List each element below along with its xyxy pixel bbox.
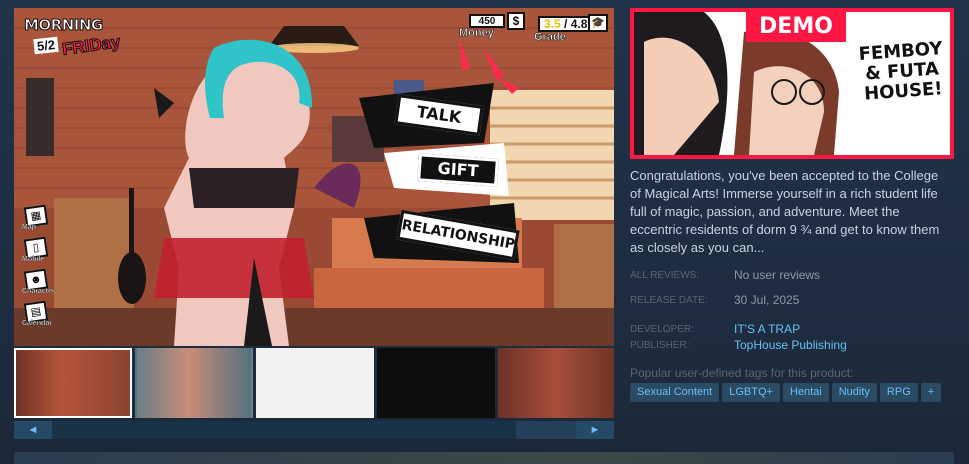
side-menu-calendar[interactable]: ▤ Calendar (22, 300, 52, 332)
grade-label: Grade (534, 31, 566, 44)
thumbnail-strip (14, 348, 614, 418)
tag-list: Sexual Content LGBTQ+ Hentai Nudity RPG … (630, 383, 960, 403)
scroll-right-button[interactable]: ► (576, 421, 614, 439)
side-menu-label: Character (22, 288, 55, 295)
side-menu-label: Calendar (22, 320, 52, 327)
side-menu-character[interactable]: ☻ Character (22, 268, 55, 300)
main-screenshot[interactable]: MORNING 5/2 FRIDay 450 Money $ 3.5 / 4.8… (14, 8, 614, 346)
release-date-row: RELEASE DATE: 30 Jul, 2025 (630, 293, 950, 309)
thumbnail[interactable] (377, 348, 495, 418)
thumbnail[interactable] (498, 348, 614, 418)
release-date-value: 30 Jul, 2025 (734, 293, 800, 307)
date-label: 5/2 (33, 36, 59, 55)
thumbnail-scrollbar[interactable]: ◄ ► (14, 421, 614, 439)
header-capsule-image: DEMO FEMBOY & FUTA HOUSE! (630, 8, 954, 159)
grade-value: 3.5 (544, 17, 561, 31)
developer-link[interactable]: IT'S A TRAP (734, 322, 800, 336)
thumbnail[interactable] (14, 348, 132, 418)
tags-heading: Popular user-defined tags for this produ… (630, 366, 854, 380)
publisher-link[interactable]: TopHouse Publishing (734, 338, 847, 352)
thumbnail[interactable] (256, 348, 374, 418)
scroll-left-button[interactable]: ◄ (14, 421, 52, 439)
grade-indicator: 3.5 / 4.8 Grade 🎓 (534, 14, 610, 44)
time-of-day-label: MORNING (24, 16, 104, 35)
side-menu-mobile[interactable]: ▯ Mobile (22, 236, 50, 268)
tag-hentai[interactable]: Hentai (782, 383, 829, 402)
reviews-value: No user reviews (734, 268, 821, 282)
gift-action[interactable]: GIFT (417, 153, 499, 187)
side-menu-label: Map (22, 224, 36, 231)
tag-sexual-content[interactable]: Sexual Content (630, 383, 720, 402)
game-description: Congratulations, you've been accepted to… (630, 168, 940, 255)
capsule-title: FEMBOY & FUTA HOUSE! (857, 38, 944, 105)
publisher-row: PUBLISHER: TopHouse Publishing (630, 338, 950, 354)
thumbnail[interactable] (135, 348, 253, 418)
grade-max: / 4.8 (564, 17, 588, 31)
scroll-handle[interactable] (516, 421, 576, 439)
graduation-cap-icon: 🎓 (588, 14, 608, 32)
developer-row: DEVELOPER: IT'S A TRAP (630, 322, 950, 338)
reviews-row: ALL REVIEWS: No user reviews (630, 268, 950, 284)
developer-label: DEVELOPER: (630, 324, 694, 335)
side-menu: ▦ Map ▯ Mobile ☻ Character ▤ Calendar (22, 204, 58, 336)
dollar-icon: $ (507, 12, 525, 30)
add-tag-button[interactable]: + (920, 383, 942, 402)
side-menu-label: Mobile (22, 256, 45, 263)
demo-badge: DEMO (746, 12, 846, 42)
side-menu-map[interactable]: ▦ Map (22, 204, 50, 236)
day-indicator: MORNING 5/2 FRIDay (24, 16, 124, 64)
publisher-label: PUBLISHER: (630, 340, 690, 351)
bottom-banner-strip (14, 452, 954, 464)
money-indicator: 450 Money $ (459, 12, 529, 40)
tag-nudity[interactable]: Nudity (831, 383, 877, 402)
release-date-label: RELEASE DATE: (630, 295, 708, 306)
money-value: 450 (469, 14, 505, 28)
grade-value-box: 3.5 / 4.8 (538, 16, 594, 32)
money-label: Money (459, 27, 494, 40)
weekday-label: FRIDay (60, 32, 122, 60)
reviews-label: ALL REVIEWS: (630, 270, 700, 281)
tag-lgbtq[interactable]: LGBTQ+ (722, 383, 780, 402)
tag-rpg[interactable]: RPG (879, 383, 918, 402)
